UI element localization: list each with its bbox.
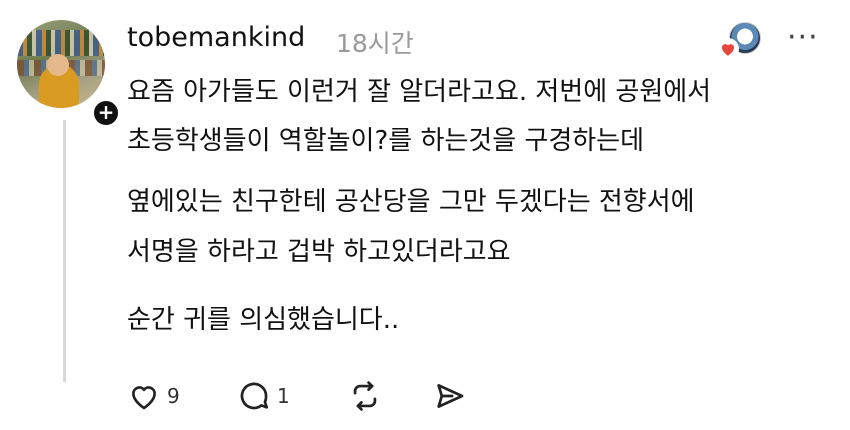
post-text-line: 초등학생들이 역할놀이?를 하는것을 구경하는데 xyxy=(127,126,644,156)
more-options-icon[interactable]: ··· xyxy=(787,20,819,55)
follow-plus-icon[interactable]: + xyxy=(91,98,121,128)
avatar-image xyxy=(17,20,105,108)
post-text-line: 서명을 하라고 겁박 하고있더라고요 xyxy=(127,237,511,267)
reply-button[interactable]: 1 xyxy=(237,378,290,414)
post-text-line: 옆에있는 친구한테 공산당을 그만 두겠다는 전향서에 xyxy=(127,187,695,217)
liked-by-badge xyxy=(717,20,761,60)
send-icon xyxy=(437,384,464,408)
repost-icon xyxy=(353,381,377,411)
heart-outline-icon xyxy=(132,386,156,410)
reply-count: 1 xyxy=(277,384,290,408)
thread-line xyxy=(63,120,66,382)
post-text-line: 순간 귀를 의심했습니다.. xyxy=(127,305,400,335)
share-button[interactable] xyxy=(433,378,467,414)
like-count: 9 xyxy=(167,384,180,408)
repost-button[interactable] xyxy=(348,378,382,414)
author-username[interactable]: tobemankind xyxy=(127,22,305,53)
post-timestamp: 18시간 xyxy=(336,29,414,58)
post-text-line: 요즘 아가들도 이런거 잘 알더라고요. 저번에 공원에서 xyxy=(127,77,712,107)
like-button[interactable]: 9 xyxy=(127,378,180,414)
comment-icon xyxy=(240,382,269,410)
heart-icon xyxy=(717,38,739,60)
author-avatar[interactable]: + xyxy=(17,20,121,128)
